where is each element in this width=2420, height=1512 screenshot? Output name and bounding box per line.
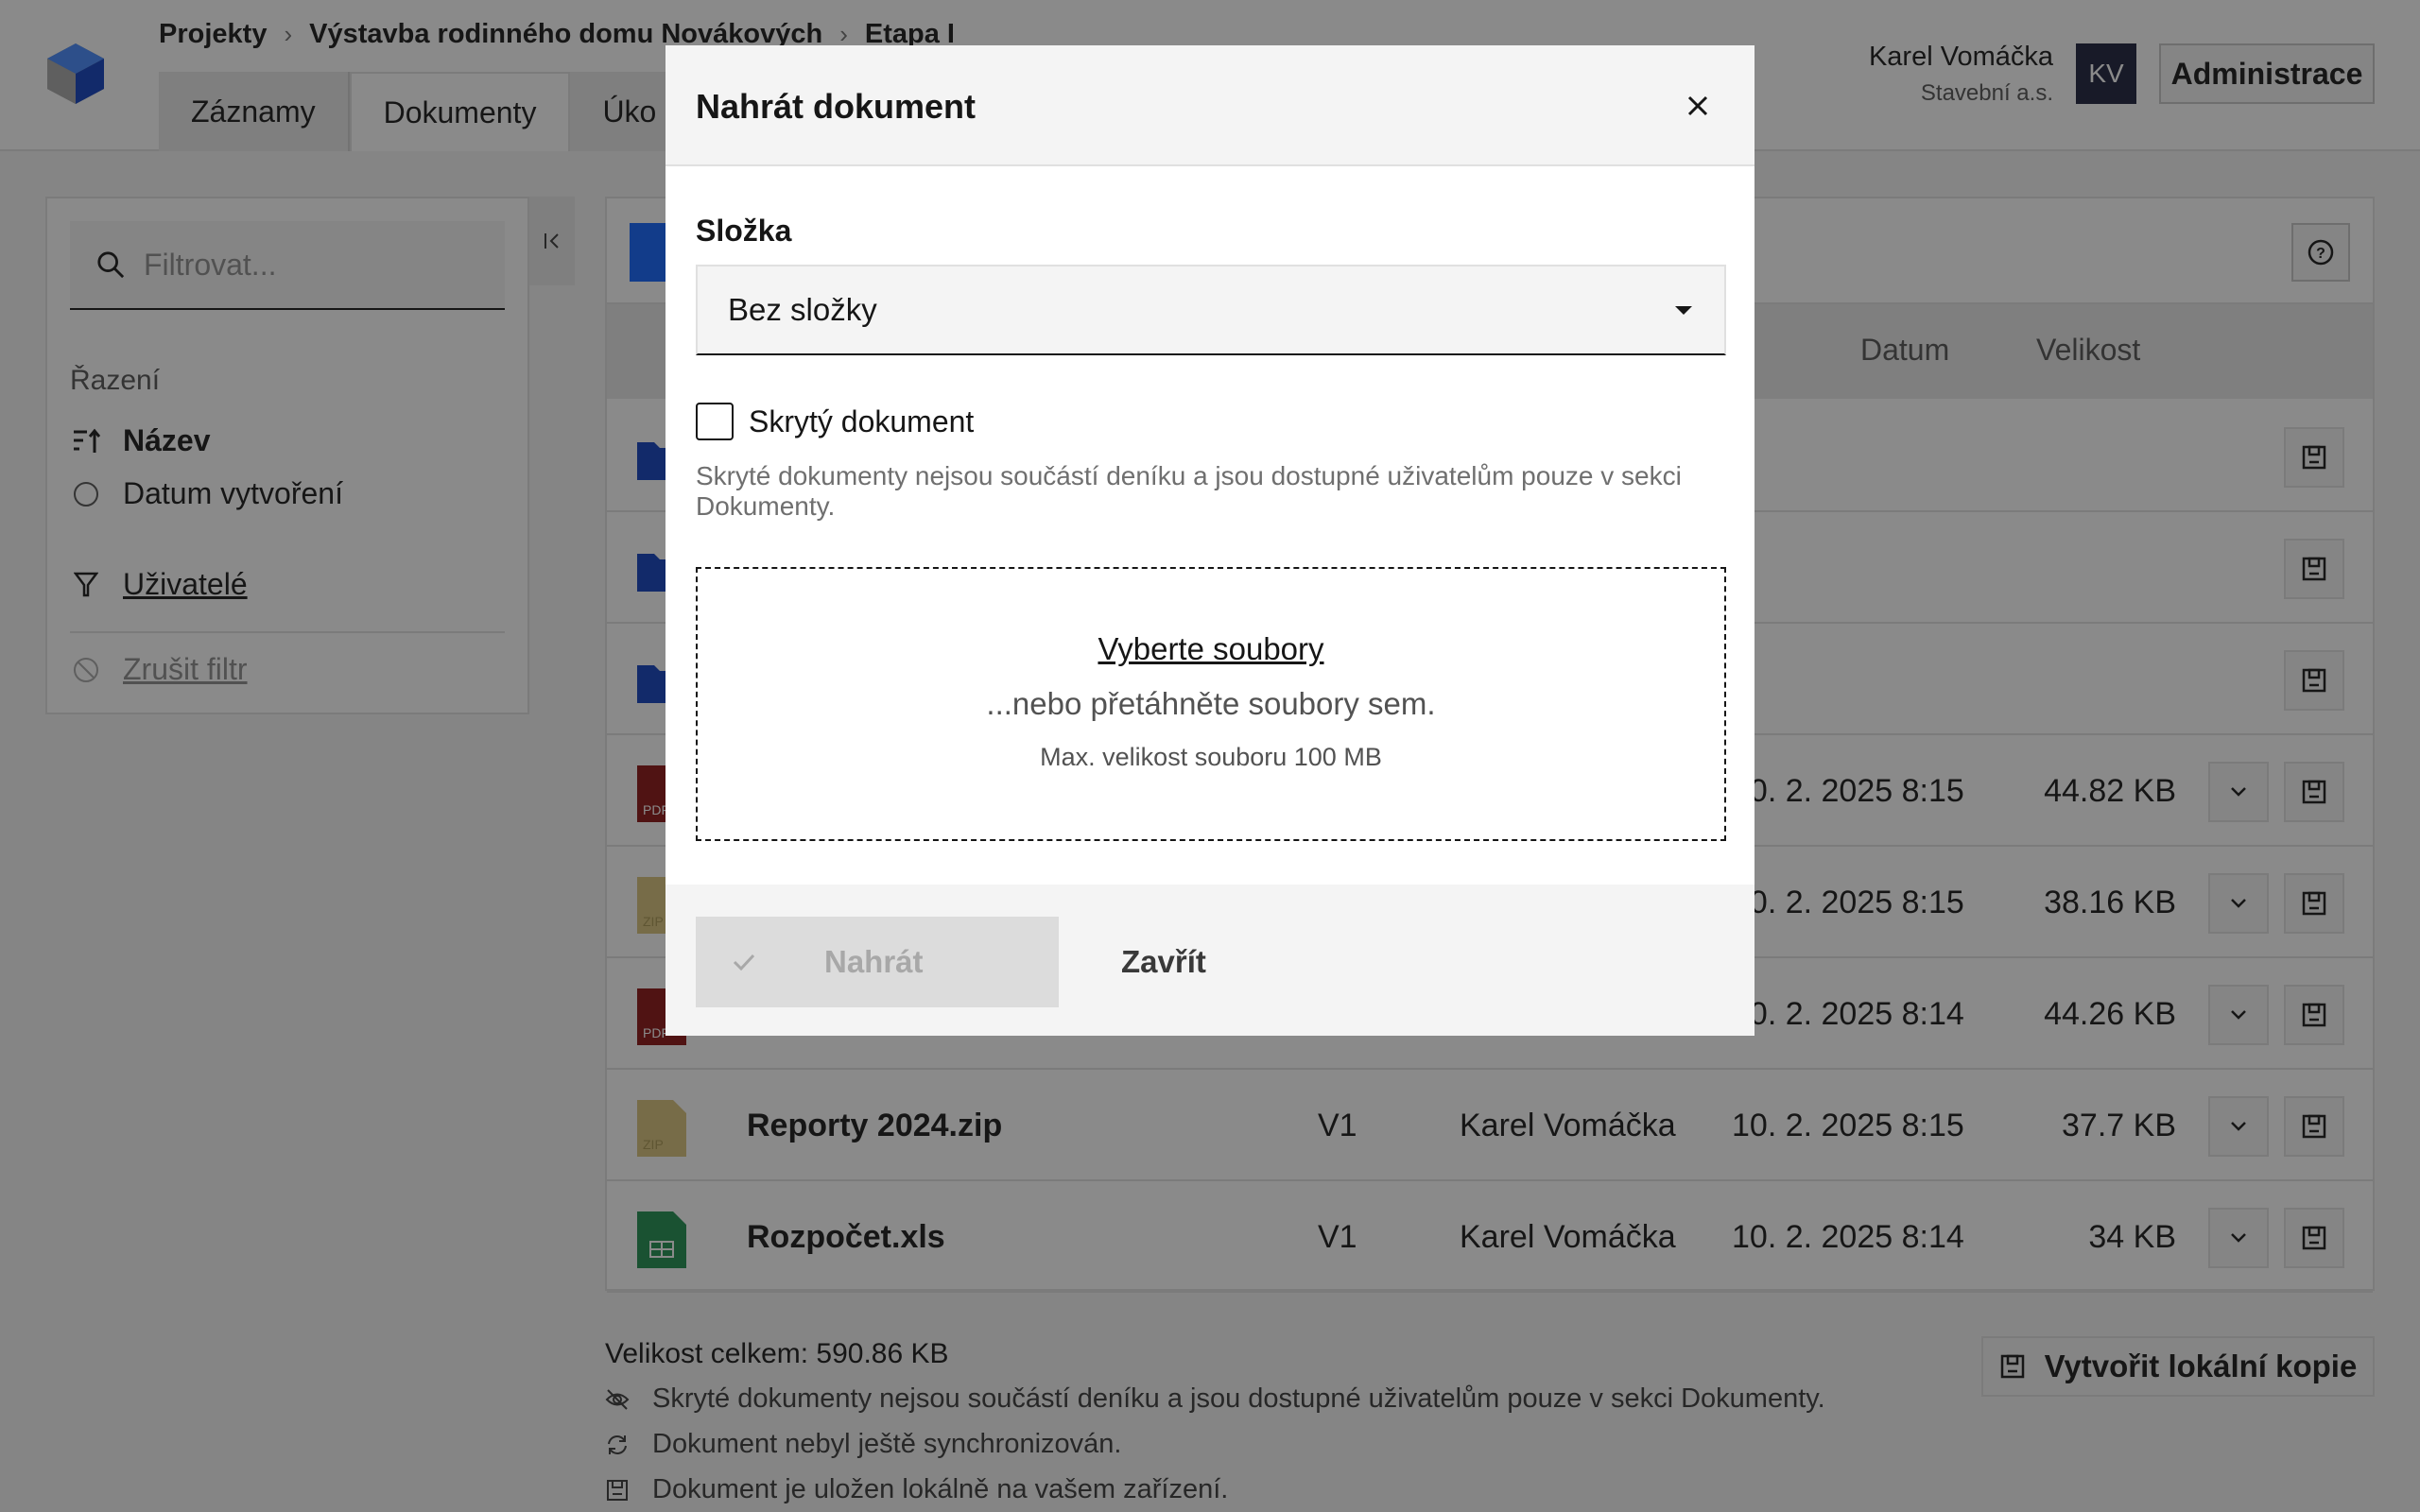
folder-label: Složka	[696, 214, 792, 248]
hidden-document-help: Skryté dokumenty nejsou součástí deníku …	[696, 461, 1682, 521]
file-dropzone[interactable]: Vyberte soubory ...nebo přetáhněte soubo…	[696, 567, 1726, 841]
max-size-hint: Max. velikost souboru 100 MB	[1040, 743, 1382, 771]
modal-close-button[interactable]	[1679, 87, 1717, 125]
hidden-document-row: Skrytý dokument	[696, 403, 974, 440]
checkmark-icon	[733, 954, 755, 971]
upload-document-modal: Nahrát dokument Složka Bez složky Skrytý…	[666, 45, 1754, 1036]
select-files-link[interactable]: Vyberte soubory	[698, 631, 1724, 667]
modal-footer: Nahrát Zavřít	[666, 885, 1754, 1036]
close-icon	[1687, 95, 1708, 116]
folder-select[interactable]: Bez složky	[696, 265, 1726, 355]
modal-header: Nahrát dokument	[666, 45, 1754, 166]
modal-title: Nahrát dokument	[696, 87, 977, 126]
modal-body: Složka Bez složky Skrytý dokument Skryté…	[666, 166, 1754, 885]
upload-button[interactable]: Nahrát	[696, 917, 1059, 1007]
upload-label: Nahrát	[824, 944, 924, 979]
hidden-document-checkbox[interactable]	[696, 403, 734, 440]
caret-down-icon	[1675, 306, 1692, 315]
folder-select-value: Bez složky	[728, 292, 877, 327]
drag-hint: ...nebo přetáhněte soubory sem.	[986, 686, 1436, 721]
hidden-document-label[interactable]: Skrytý dokument	[749, 404, 974, 439]
close-button[interactable]: Zavřít	[1121, 917, 1206, 1007]
